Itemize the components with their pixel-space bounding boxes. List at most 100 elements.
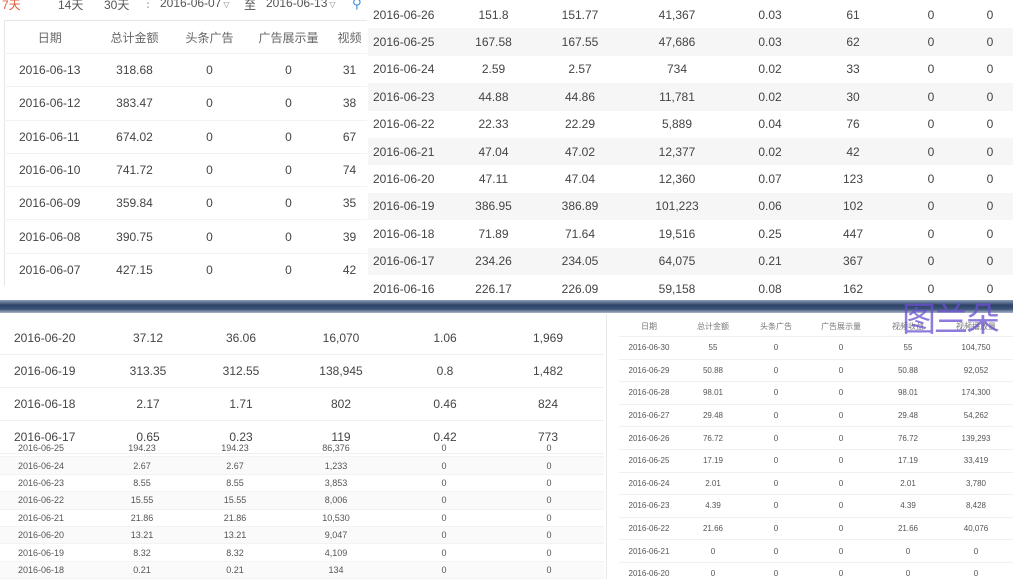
date-cell: 2016-06-19 bbox=[368, 192, 452, 221]
value-cell: 102 bbox=[811, 192, 895, 221]
value-cell: 92,052 bbox=[939, 358, 1013, 382]
value-cell: 0 bbox=[895, 247, 967, 275]
value-cell: 76.72 bbox=[877, 426, 939, 450]
value-cell: 86,376 bbox=[278, 440, 394, 458]
date-cell: 2016-06-16 bbox=[368, 274, 452, 300]
table-row: 2016-06-12 383.47 0 0 38 bbox=[4, 86, 367, 121]
value-cell: 0 bbox=[895, 220, 967, 248]
watermark-logo: 图兰朵 bbox=[902, 300, 1000, 340]
value-cell: 38 bbox=[332, 86, 367, 121]
table-row: 2016-06-23 44.88 44.86 11,781 0.02 30 0 0 bbox=[368, 83, 1013, 111]
revenue-panel-bottom-right: 日期 总计金额 头条广告 广告展示量 视频收益 视频播放量 2016-06-30 55 0 0 5… bbox=[606, 314, 1013, 579]
range-30-days[interactable]: 30天 bbox=[104, 0, 129, 13]
date-cell: 2016-06-24 bbox=[0, 456, 92, 475]
date-cell: 2016-06-22 bbox=[368, 110, 452, 138]
value-cell: 0.02 bbox=[729, 55, 811, 84]
value-cell: 47.02 bbox=[535, 137, 625, 166]
table-row: 2016-06-20 0 0 0 0 0 bbox=[619, 561, 1013, 579]
value-cell: 0.21 bbox=[729, 247, 811, 275]
date-cell: 2016-06-20 bbox=[619, 561, 679, 579]
value-cell: 1.71 bbox=[198, 387, 284, 421]
table-row: 2016-06-22 22.33 22.29 5,889 0.04 76 0 0 bbox=[368, 110, 1013, 138]
date-cell: 2016-06-20 bbox=[0, 322, 98, 355]
value-cell: 0 bbox=[877, 561, 939, 579]
value-cell: 0 bbox=[494, 561, 604, 579]
value-cell: 0 bbox=[244, 152, 333, 187]
search-icon[interactable]: ⚲ bbox=[352, 0, 362, 12]
value-cell: 162 bbox=[811, 274, 895, 300]
value-cell: 0 bbox=[747, 516, 805, 540]
value-cell: 54,262 bbox=[939, 403, 1013, 427]
value-cell: 0 bbox=[174, 119, 245, 154]
value-cell: 47.04 bbox=[452, 137, 535, 166]
value-cell: 35 bbox=[332, 186, 367, 220]
end-date-picker[interactable]: 2016-06-13 ▽ bbox=[266, 0, 336, 10]
value-cell: 0.03 bbox=[729, 1, 811, 29]
value-cell: 0 bbox=[244, 52, 333, 87]
value-cell: 62 bbox=[811, 28, 895, 56]
value-cell: 802 bbox=[284, 387, 398, 421]
table-row: 2016-06-20 37.12 36.06 16,070 1.06 1,969 bbox=[0, 322, 604, 355]
revenue-table-c: 2016-06-20 37.12 36.06 16,070 1.06 1,969 2016-… bbox=[0, 322, 604, 454]
value-cell: 0 bbox=[895, 55, 967, 84]
value-cell: 13.21 bbox=[92, 526, 192, 545]
revenue-panel-top-left: 7天 14天 30天 ⋮ 2016-06-07 ▽ 至 2016-06-13 ▽ ⚲… bbox=[0, 0, 368, 300]
value-cell: 0.03 bbox=[729, 28, 811, 56]
start-date-picker[interactable]: 2016-06-07 ▽ bbox=[160, 0, 230, 10]
value-cell: 0 bbox=[805, 494, 877, 518]
table-header-row: 日期 总计金额 头条广告 广告展示量 视频 bbox=[5, 21, 367, 54]
table-row: 2016-06-26 151.8 151.77 41,367 0.03 61 0 0 bbox=[368, 1, 1013, 29]
date-cell: 2016-06-19 bbox=[0, 354, 98, 388]
value-cell: 11,781 bbox=[625, 83, 729, 111]
value-cell: 0.8 bbox=[398, 354, 492, 388]
date-cell: 2016-06-17 bbox=[368, 247, 452, 275]
value-cell: 0 bbox=[679, 539, 747, 563]
value-cell: 0 bbox=[244, 252, 333, 287]
date-cell: 2016-06-23 bbox=[619, 494, 679, 518]
table-row: 2016-06-24 2.59 2.57 734 0.02 33 0 0 bbox=[368, 55, 1013, 84]
value-cell: 0 bbox=[805, 403, 877, 427]
table-row: 2016-06-20 47.11 47.04 12,360 0.07 123 0 0 bbox=[368, 165, 1013, 193]
table-row: 2016-06-19 313.35 312.55 138,945 0.8 1,482 bbox=[0, 354, 604, 388]
value-cell: 0 bbox=[967, 1, 1013, 29]
range-7-days[interactable]: 7天 bbox=[2, 0, 21, 13]
table-row: 2016-06-10 741.72 0 0 74 bbox=[4, 152, 367, 187]
revenue-table-b: 2016-06-26 151.8 151.77 41,367 0.03 61 0 0 2016-… bbox=[368, 1, 1013, 300]
value-cell: 674.02 bbox=[94, 119, 175, 154]
value-cell: 8,428 bbox=[939, 494, 1013, 518]
date-cell: 2016-06-25 bbox=[368, 28, 452, 56]
value-cell: 194.23 bbox=[192, 440, 278, 458]
value-cell: 41,367 bbox=[625, 1, 729, 29]
value-cell: 12,377 bbox=[625, 137, 729, 166]
value-cell: 98.01 bbox=[877, 381, 939, 405]
value-cell: 0 bbox=[174, 52, 245, 87]
date-cell: 2016-06-10 bbox=[4, 152, 95, 187]
date-cell: 2016-06-18 bbox=[368, 220, 452, 248]
range-14-days[interactable]: 14天 bbox=[58, 0, 83, 13]
value-cell: 0 bbox=[895, 83, 967, 111]
value-cell: 824 bbox=[492, 387, 604, 421]
value-cell: 21.66 bbox=[877, 516, 939, 540]
date-cell: 2016-06-28 bbox=[619, 381, 679, 405]
table-row: 2016-06-19 386.95 386.89 101,223 0.06 102 0 0 bbox=[368, 192, 1013, 221]
column-header: 总计金额 bbox=[110, 30, 159, 45]
start-date-value: 2016-06-07 bbox=[160, 0, 222, 10]
column-header: 总计金额 bbox=[697, 321, 729, 331]
value-cell: 0.06 bbox=[729, 192, 811, 221]
end-date-value: 2016-06-13 bbox=[266, 0, 328, 10]
value-cell: 0 bbox=[394, 526, 494, 545]
value-cell: 0 bbox=[494, 526, 604, 545]
value-cell: 2.17 bbox=[98, 387, 198, 421]
value-cell: 4,109 bbox=[278, 543, 394, 562]
value-cell: 0 bbox=[747, 494, 805, 518]
value-cell: 39 bbox=[332, 219, 367, 254]
value-cell: 42 bbox=[332, 252, 367, 287]
revenue-panel-bottom-left: 2016-06-20 37.12 36.06 16,070 1.06 1,969 2016-… bbox=[0, 314, 604, 579]
table-row: 2016-06-27 29.48 0 0 29.48 54,262 bbox=[619, 403, 1013, 427]
value-cell: 0 bbox=[244, 86, 333, 121]
value-cell: 3,780 bbox=[939, 471, 1013, 495]
value-cell: 0 bbox=[174, 86, 245, 121]
date-cell: 2016-06-21 bbox=[0, 509, 92, 527]
date-cell: 2016-06-19 bbox=[0, 543, 92, 562]
value-cell: 8.32 bbox=[192, 543, 278, 562]
